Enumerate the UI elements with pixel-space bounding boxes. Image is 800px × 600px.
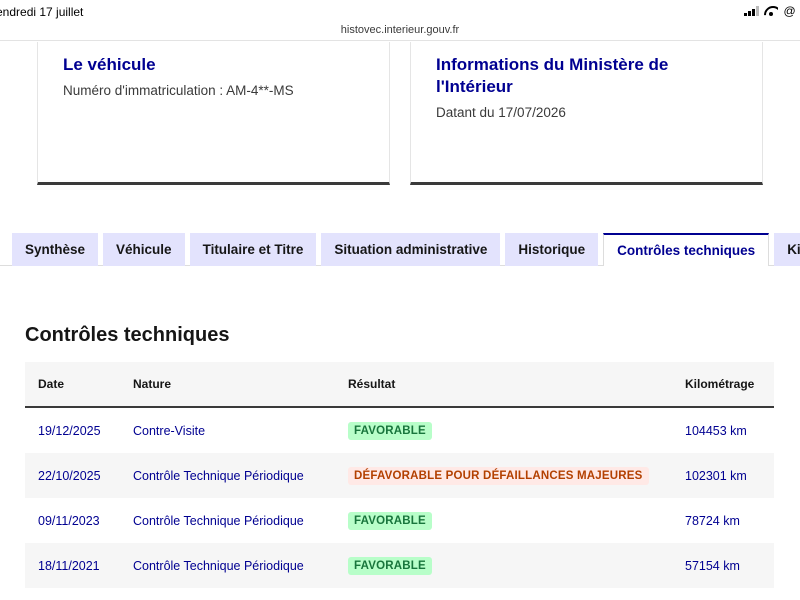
result-badge-defavorable: DÉFAVORABLE POUR DÉFAILLANCES MAJEURES [348,466,649,485]
table-row: 09/11/2023 Contrôle Technique Périodique… [25,498,774,543]
technical-inspections-table: Date Nature Résultat Kilométrage 19/12/2… [25,362,774,588]
browser-url-bar[interactable]: histovec.interieur.gouv.fr [0,24,800,41]
row-result: FAVORABLE [348,543,432,588]
registration-number: Numéro d'immatriculation : AM-4**-MS [63,83,294,98]
cellular-signal-icon [744,6,760,16]
table-row: 22/10/2025 Contrôle Technique Périodique… [25,453,774,498]
row-date: 09/11/2023 [38,513,100,528]
data-date: Datant du 17/07/2026 [436,105,566,120]
row-date: 18/11/2021 [38,558,100,573]
row-mileage: 104453 km [685,423,747,438]
status-time: endredi 17 juillet [0,5,84,19]
row-nature: Contre-Visite [133,423,206,438]
url-text[interactable]: histovec.interieur.gouv.fr [0,24,800,36]
row-mileage: 78724 km [685,513,740,528]
header-result: Résultat [348,377,396,391]
tab-controles-techniques[interactable]: Contrôles techniques [603,233,770,266]
row-mileage: 57154 km [685,558,740,573]
ministry-info-card: Informations du Ministère de l'Intérieur… [410,42,763,185]
tab-list: Synthèse Véhicule Titulaire et Titre Sit… [12,233,800,266]
tab-synthese[interactable]: Synthèse [12,233,99,266]
status-bar: endredi 17 juillet @ 10 [0,0,800,24]
table-row: 19/12/2025 Contre-Visite FAVORABLE 10445… [25,408,774,453]
result-badge-favorable: FAVORABLE [348,421,432,440]
table-row: 18/11/2021 Contrôle Technique Périodique… [25,543,774,588]
row-date: 19/12/2025 [38,423,101,438]
table-header: Date Nature Résultat Kilométrage [25,362,774,408]
orientation-lock-icon: @ [783,4,796,18]
result-badge-favorable: FAVORABLE [348,511,432,530]
tab-historique[interactable]: Historique [505,233,599,266]
tab-situation-administrative[interactable]: Situation administrative [321,233,501,266]
ministry-card-title: Informations du Ministère de l'Intérieur [436,55,669,96]
status-icons: @ 10 [744,4,800,18]
row-nature: Contrôle Technique Périodique [133,513,304,528]
row-date: 22/10/2025 [38,468,101,483]
row-nature: Contrôle Technique Périodique [133,468,304,483]
row-result: FAVORABLE [348,408,432,453]
tab-vehicule[interactable]: Véhicule [103,233,185,266]
row-result: FAVORABLE [348,498,432,543]
header-mileage: Kilométrage [685,377,755,391]
row-mileage: 102301 km [685,468,747,483]
vehicle-card-title: Le véhicule [63,55,156,74]
section-title: Contrôles techniques [25,324,230,346]
wifi-icon [764,6,778,16]
row-nature: Contrôle Technique Périodique [133,558,304,573]
header-date: Date [38,377,65,391]
vehicle-card: Le véhicule Numéro d'immatriculation : A… [37,42,390,185]
result-badge-favorable: FAVORABLE [348,556,432,575]
tab-titulaire-titre[interactable]: Titulaire et Titre [189,233,317,266]
row-result: DÉFAVORABLE POUR DÉFAILLANCES MAJEURES [348,453,649,498]
header-nature: Nature [133,377,172,391]
tab-kilometrage[interactable]: Kil [774,233,800,266]
